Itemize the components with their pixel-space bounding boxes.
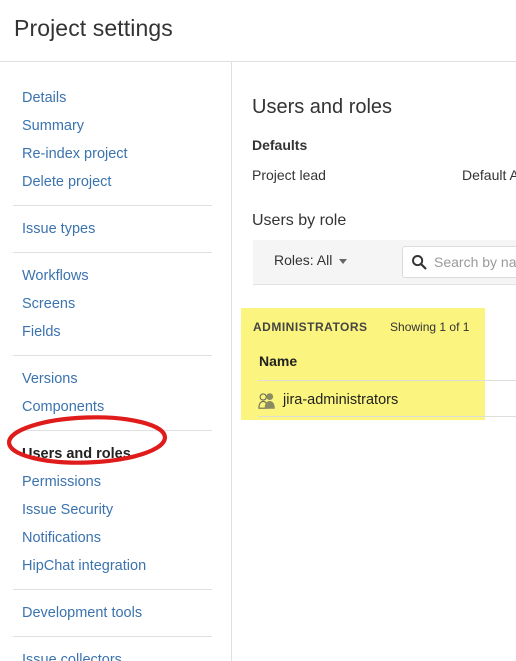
table-column-header-name: Name	[259, 353, 298, 369]
sidebar-item-delete-project[interactable]: Delete project	[0, 168, 231, 196]
table-divider	[258, 416, 516, 417]
sidebar-group-issue-types: Issue types	[0, 215, 231, 243]
sidebar-item-details[interactable]: Details	[0, 84, 231, 112]
table-row[interactable]: jira-administrators	[258, 388, 398, 412]
sidebar-item-versions[interactable]: Versions	[0, 365, 231, 393]
table-divider	[258, 380, 516, 381]
sidebar-group-development: Development tools	[0, 599, 231, 627]
sidebar-group-collectors: Issue collectors	[0, 646, 231, 661]
sidebar-item-summary[interactable]: Summary	[0, 112, 231, 140]
sidebar-item-hipchat-integration[interactable]: HipChat integration	[0, 552, 231, 580]
settings-sidebar: Details Summary Re-index project Delete …	[0, 62, 232, 661]
default-assignee-label: Default Assignee	[462, 167, 516, 183]
sidebar-divider	[13, 252, 212, 253]
sidebar-item-re-index-project[interactable]: Re-index project	[0, 140, 231, 168]
search-input[interactable]	[434, 254, 516, 270]
sidebar-item-workflows[interactable]: Workflows	[0, 262, 231, 290]
sidebar-item-issue-types[interactable]: Issue types	[0, 215, 231, 243]
sidebar-item-issue-security[interactable]: Issue Security	[0, 496, 231, 524]
role-group-header: ADMINISTRATORS Showing 1 of 1	[253, 318, 469, 336]
sidebar-divider	[13, 636, 212, 637]
search-field-wrapper[interactable]	[402, 246, 516, 278]
content-title: Users and roles	[252, 96, 393, 119]
role-group-count: Showing 1 of 1	[390, 320, 470, 334]
sidebar-item-development-tools[interactable]: Development tools	[0, 599, 231, 627]
sidebar-divider	[13, 205, 212, 206]
sidebar-item-users-and-roles[interactable]: Users and roles	[0, 440, 231, 468]
roles-filter-dropdown[interactable]: Roles: All	[274, 252, 348, 268]
project-settings-page: Project settings Details Summary Re-inde…	[0, 0, 516, 661]
sidebar-item-components[interactable]: Components	[0, 393, 231, 421]
sidebar-group-configuration: Workflows Screens Fields	[0, 262, 231, 346]
sidebar-group-users: Users and roles Permissions Issue Securi…	[0, 440, 231, 580]
sidebar-group-versions: Versions Components	[0, 365, 231, 421]
sidebar-item-notifications[interactable]: Notifications	[0, 524, 231, 552]
sidebar-item-issue-collectors[interactable]: Issue collectors	[0, 646, 231, 661]
project-lead-label: Project lead	[252, 167, 326, 183]
sidebar-item-permissions[interactable]: Permissions	[0, 468, 231, 496]
search-icon	[412, 255, 427, 270]
role-group-name: ADMINISTRATORS	[253, 320, 368, 334]
sidebar-divider	[13, 355, 212, 356]
roles-filter-label: Roles: All	[274, 252, 333, 268]
sidebar-divider	[13, 430, 212, 431]
sidebar-divider	[13, 589, 212, 590]
users-filter-bar: Roles: All	[253, 240, 516, 285]
users-by-role-heading: Users by role	[252, 212, 347, 229]
main-content: Users and roles Defaults Project lead De…	[233, 62, 516, 661]
sidebar-item-fields[interactable]: Fields	[0, 318, 231, 346]
page-header: Project settings	[0, 0, 516, 62]
page-title: Project settings	[14, 15, 173, 41]
sidebar-group-project: Details Summary Re-index project Delete …	[0, 84, 231, 196]
defaults-heading: Defaults	[252, 137, 308, 153]
sidebar-item-screens[interactable]: Screens	[0, 290, 231, 318]
chevron-down-icon	[339, 258, 348, 264]
user-name: jira-administrators	[283, 392, 399, 408]
group-icon	[258, 392, 275, 409]
